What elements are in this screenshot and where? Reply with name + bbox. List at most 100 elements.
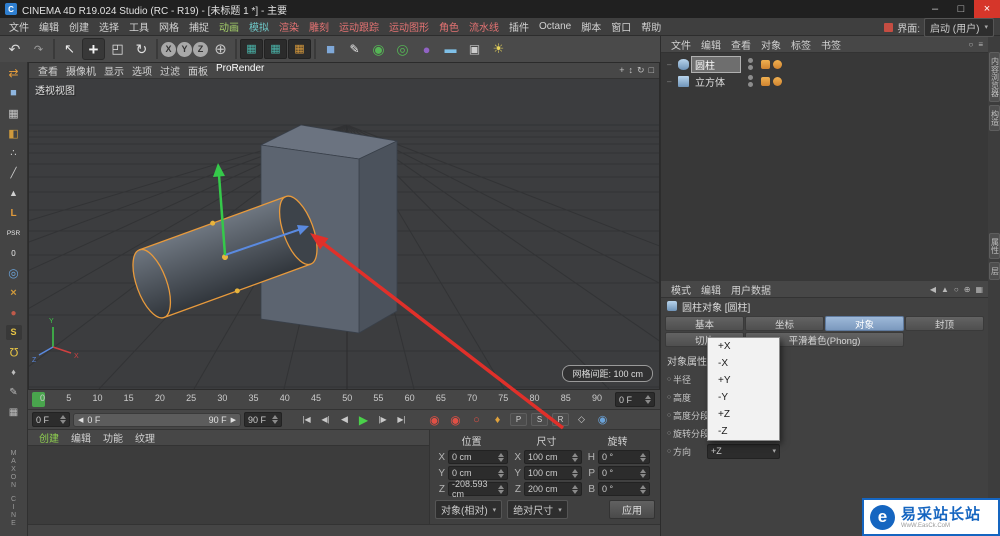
dock-tab-attributes[interactable]: 属性 (989, 233, 1000, 259)
position-field[interactable]: -208.593 cm (448, 482, 508, 496)
record-button[interactable]: P (510, 413, 527, 426)
object-icon[interactable] (678, 59, 689, 70)
attribute-menu-item[interactable]: 用户数据 (726, 282, 776, 297)
coord-mode-select[interactable]: 对象(相对) ▾ (435, 500, 502, 519)
material-menu-item[interactable]: 编辑 (66, 430, 96, 445)
size-field[interactable]: 200 cm (524, 482, 582, 496)
playback-button[interactable]: ◀ (336, 412, 353, 428)
viewport-menu-item[interactable]: 查看 (34, 63, 62, 78)
attribute-tab[interactable]: 基本 (665, 316, 744, 331)
interface-select[interactable]: 启动 (用户) ▾ (924, 18, 994, 37)
viewport-menu-item[interactable]: 选项 (128, 63, 156, 78)
toolbar-button[interactable] (156, 39, 158, 59)
panel-icon[interactable]: ▲ (941, 285, 949, 294)
toolbar-button[interactable]: ↶ (3, 38, 26, 61)
spinner-icon[interactable] (643, 395, 651, 404)
attribute-field[interactable]: +Z ▾ (707, 444, 780, 459)
menu-item[interactable]: 捕捉 (184, 19, 214, 34)
record-button[interactable]: ◉ (594, 412, 611, 428)
toolbar-button[interactable]: Y (177, 42, 192, 57)
attribute-tab[interactable]: 封顶 (905, 316, 984, 331)
menu-item[interactable]: 插件 (504, 19, 534, 34)
close-button[interactable]: × (974, 0, 1000, 18)
left-toolbar-button[interactable]: ◧ (4, 125, 24, 141)
size-field[interactable]: 100 cm (524, 466, 582, 480)
attribute-menu-item[interactable]: 编辑 (696, 282, 726, 297)
toolbar-button[interactable]: ▬ (439, 38, 462, 61)
viewport-menu-item[interactable]: 显示 (100, 63, 128, 78)
viewport-canvas[interactable]: Y X Z 透视视图 网格间距: 100 cm (29, 79, 659, 389)
object-name[interactable]: 立方体 (692, 74, 740, 89)
left-toolbar-button[interactable]: Ω (4, 344, 24, 360)
attribute-menu-item[interactable]: 模式 (666, 282, 696, 297)
spinner-icon[interactable] (496, 453, 504, 462)
panel-icon[interactable]: ⊕ (964, 285, 971, 294)
visibility-dots[interactable] (748, 58, 753, 70)
menu-item[interactable]: 流水线 (464, 19, 504, 34)
object-manager-menu-item[interactable]: 对象 (756, 37, 786, 52)
menu-item[interactable]: 运动跟踪 (334, 19, 384, 34)
viewport-nav-icon[interactable]: + (619, 65, 624, 76)
current-frame-field[interactable]: 0 F (615, 392, 655, 407)
toolbar-button[interactable]: Z (193, 42, 208, 57)
toolbar-button[interactable]: ☀ (487, 38, 510, 61)
left-toolbar-button[interactable]: ■ (4, 85, 24, 101)
animation-dot-icon[interactable]: ○ (665, 448, 673, 455)
animation-dot-icon[interactable]: ○ (665, 430, 673, 437)
size-mode-select[interactable]: 绝对尺寸 ▾ (507, 500, 568, 519)
viewport-nav-icon[interactable]: □ (649, 65, 654, 76)
spinner-icon[interactable] (638, 485, 646, 494)
spinner-icon[interactable] (496, 469, 504, 478)
record-button[interactable]: S (531, 413, 548, 426)
viewport-menu-item[interactable]: 面板 (184, 63, 212, 78)
menu-item[interactable]: 雕刻 (304, 19, 334, 34)
rotation-field[interactable]: 0 ° (598, 482, 650, 496)
attribute-tab[interactable]: 对象 (825, 316, 904, 331)
record-button[interactable]: ○ (468, 412, 485, 428)
tag-icon[interactable] (761, 77, 770, 86)
range-start-field[interactable]: 0 F (32, 412, 70, 427)
viewport-menu-item[interactable]: 过滤 (156, 63, 184, 78)
left-toolbar-button[interactable]: ● (4, 305, 24, 321)
left-toolbar-button[interactable]: 0 (4, 245, 24, 261)
viewport-nav-icon[interactable]: ↕ (629, 65, 634, 76)
playback-button[interactable]: ▶| (393, 412, 410, 428)
left-toolbar-button[interactable]: ∴ (4, 145, 24, 161)
apply-button[interactable]: 应用 (609, 500, 655, 519)
range-right-arrow-icon[interactable]: ▶ (231, 416, 236, 424)
menu-item[interactable]: 动画 (214, 19, 244, 34)
tag-icon[interactable] (761, 60, 770, 69)
panel-icon[interactable]: ▦ (975, 285, 983, 294)
viewport-nav-icon[interactable]: ↻ (637, 65, 645, 76)
toolbar-button[interactable] (235, 39, 237, 59)
spinner-icon[interactable] (496, 485, 504, 494)
left-toolbar-button[interactable]: L (4, 205, 24, 221)
object-icon[interactable] (678, 76, 689, 87)
material-menu-item[interactable]: 创建 (34, 430, 64, 445)
menu-item[interactable]: 渲染 (274, 19, 304, 34)
material-menu-item[interactable]: 功能 (98, 430, 128, 445)
left-toolbar-button[interactable]: ◎ (4, 265, 24, 281)
panel-icon[interactable]: ○ (954, 285, 959, 294)
position-field[interactable]: 0 cm (448, 450, 508, 464)
toolbar-button[interactable]: X (161, 42, 176, 57)
direction-option[interactable]: -Y (708, 389, 779, 406)
record-button[interactable]: ♦ (489, 412, 506, 428)
menu-item[interactable]: 运动图形 (384, 19, 434, 34)
left-toolbar-button[interactable]: ✎ (4, 384, 24, 400)
menu-item[interactable]: 网格 (154, 19, 184, 34)
left-toolbar-button[interactable]: ♦ (4, 364, 24, 380)
playback-button[interactable]: |◀ (298, 412, 315, 428)
toolbar-button[interactable] (314, 39, 316, 59)
playback-button[interactable]: ◀| (317, 412, 334, 428)
toolbar-button[interactable]: ◎ (391, 38, 414, 61)
playback-button[interactable]: |▶ (374, 412, 391, 428)
panel-icon[interactable]: ≡ (978, 40, 983, 49)
toolbar-button[interactable]: ↖ (58, 38, 81, 61)
spinner-icon[interactable] (638, 453, 646, 462)
toolbar-button[interactable]: + (82, 38, 105, 60)
minimize-button[interactable]: – (922, 0, 948, 18)
object-row[interactable]: – 立方体 (663, 73, 986, 89)
toolbar-button[interactable]: ◉ (367, 38, 390, 61)
animation-dot-icon[interactable]: ○ (665, 376, 673, 383)
